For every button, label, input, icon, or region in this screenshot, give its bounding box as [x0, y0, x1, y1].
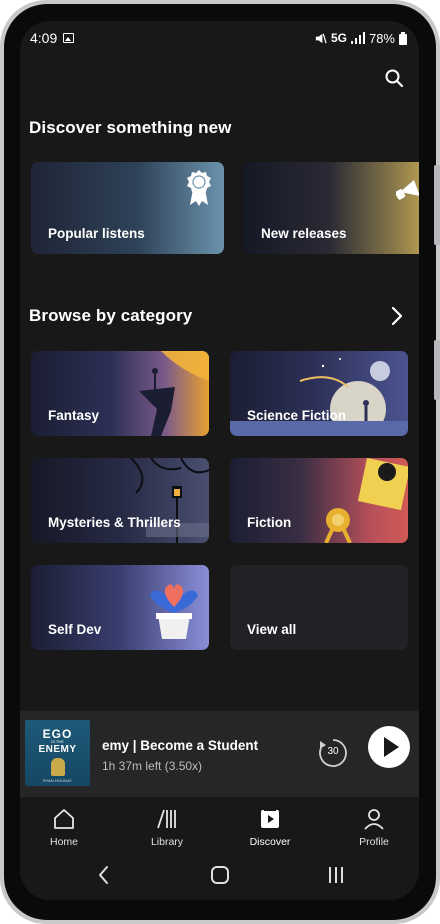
category-fantasy-card[interactable]: Fantasy	[31, 351, 209, 436]
mini-player[interactable]: EGO IS THE ENEMY RYAN HOLIDAY emy | Beco…	[20, 711, 419, 797]
home-icon	[54, 809, 74, 829]
fantasy-illustration	[139, 351, 209, 436]
status-time: 4:09	[30, 30, 58, 46]
science-fiction-illustration	[230, 358, 408, 436]
award-badge-icon	[187, 170, 211, 206]
cover-line-3: ENEMY	[38, 744, 77, 755]
tab-library-label: Library	[150, 836, 184, 848]
popular-listens-card[interactable]: Popular listens	[31, 162, 224, 254]
recent-apps-icon[interactable]	[324, 863, 348, 887]
bottom-tab-bar: Home Library Discover Profile	[20, 797, 419, 851]
tab-library[interactable]: Library	[127, 797, 207, 851]
app-screen: 4:09 5G 78% Discover something new Popul…	[20, 21, 419, 900]
tab-home[interactable]: Home	[24, 797, 104, 851]
chevron-right-icon[interactable]	[389, 306, 405, 326]
cover-author: RYAN HOLIDAY	[42, 778, 73, 783]
megaphone-icon	[396, 180, 419, 200]
tab-profile-label: Profile	[359, 836, 389, 848]
popular-listens-label: Popular listens	[48, 226, 145, 241]
fiction-illustration	[324, 458, 408, 543]
tab-home-label: Home	[49, 836, 78, 848]
tab-discover-label: Discover	[249, 836, 291, 848]
book-cover[interactable]: EGO IS THE ENEMY RYAN HOLIDAY	[25, 720, 90, 786]
library-icon	[157, 809, 176, 829]
now-playing-time-left: 1h 37m left (3.50x)	[102, 759, 203, 773]
new-releases-label: New releases	[261, 226, 347, 241]
rewind-30-button[interactable]: 30	[317, 737, 349, 769]
play-icon	[384, 737, 399, 757]
rewind-seconds: 30	[327, 746, 339, 757]
category-fiction-card[interactable]: Fiction	[230, 458, 408, 543]
system-nav-bar	[20, 851, 419, 900]
tab-discover[interactable]: Discover	[230, 797, 310, 851]
now-playing-title: emy | Become a Student	[102, 738, 259, 753]
tab-profile[interactable]: Profile	[334, 797, 414, 851]
battery-icon	[399, 31, 407, 45]
view-all-label: View all	[247, 622, 297, 637]
browse-title: Browse by category	[29, 306, 193, 325]
discover-icon	[261, 808, 279, 828]
self-dev-illustration	[150, 584, 198, 639]
fiction-label: Fiction	[247, 515, 292, 530]
fantasy-label: Fantasy	[48, 408, 100, 423]
mysteries-illustration	[130, 458, 209, 543]
mute-icon	[315, 33, 327, 43]
self-dev-label: Self Dev	[48, 622, 102, 637]
category-science-fiction-card[interactable]: Science Fiction	[230, 351, 408, 436]
network-type: 5G	[330, 31, 347, 45]
category-self-dev-card[interactable]: Self Dev	[31, 565, 209, 650]
cover-figure	[51, 758, 65, 776]
mysteries-thrillers-label: Mysteries & Thrillers	[48, 515, 181, 530]
new-releases-card[interactable]: New releases	[244, 162, 419, 254]
back-icon[interactable]	[92, 863, 116, 887]
search-icon[interactable]	[383, 67, 405, 89]
science-fiction-label: Science Fiction	[247, 408, 347, 423]
category-mysteries-thrillers-card[interactable]: Mysteries & Thrillers	[31, 458, 209, 543]
volume-button	[434, 165, 440, 245]
signal-icon	[350, 32, 365, 44]
discover-title: Discover something new	[29, 118, 232, 137]
gallery-notification-icon	[63, 33, 75, 43]
profile-icon	[364, 809, 384, 830]
status-bar: 4:09 5G 78%	[20, 21, 419, 55]
home-nav-icon[interactable]	[208, 863, 232, 887]
category-view-all-card[interactable]: View all	[230, 565, 408, 650]
battery-percent: 78%	[368, 30, 395, 46]
power-button	[434, 340, 440, 400]
play-button[interactable]	[368, 726, 410, 768]
